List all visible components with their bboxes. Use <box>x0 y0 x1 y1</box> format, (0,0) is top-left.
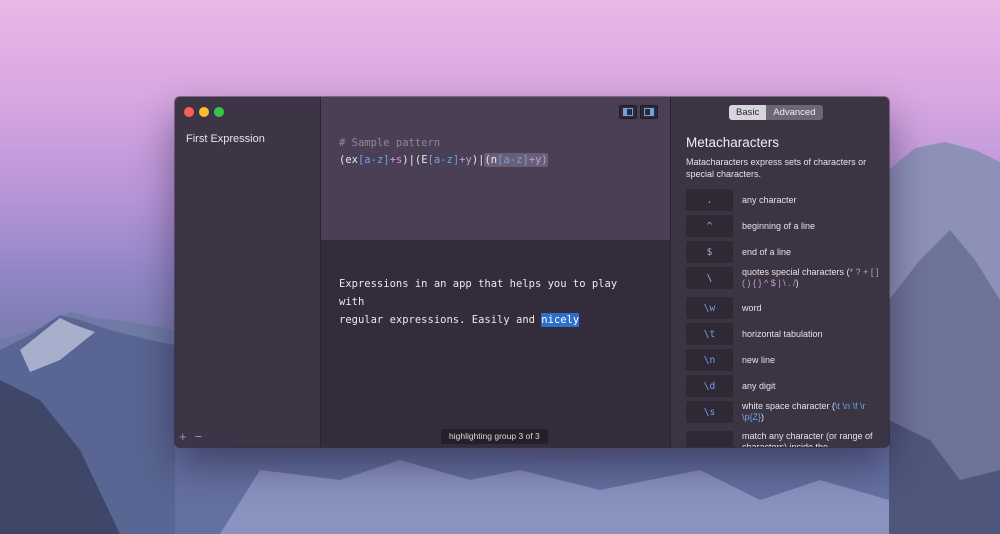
token-badge: \d <box>686 375 733 397</box>
test-text[interactable]: Expressions in an app that helps you to … <box>339 275 639 329</box>
item-label-end: ) <box>761 412 765 422</box>
item-label: match any character (or range of charact… <box>742 431 873 447</box>
pattern-token: ex <box>345 154 358 166</box>
pattern-char-class: [a-z] <box>357 154 390 166</box>
expression-list-item[interactable]: First Expression <box>186 133 265 145</box>
token-badge: \t <box>686 323 733 345</box>
sidebar-controls: + − <box>179 430 203 443</box>
list-item[interactable]: match any character (or range of charact… <box>686 431 886 447</box>
item-label: any character <box>742 194 797 205</box>
close-button[interactable] <box>184 107 194 117</box>
item-label: new line <box>742 354 776 365</box>
status-badge: highlighting group 3 of 3 <box>441 429 548 444</box>
token-badge: . <box>686 189 733 211</box>
remove-expression-button[interactable]: − <box>195 430 203 443</box>
reference-title: Metacharacters <box>686 135 780 150</box>
test-text-line: Expressions in an app that helps you to … <box>339 278 618 308</box>
window-controls <box>184 107 224 117</box>
list-item[interactable]: \t horizontal tabulation <box>686 323 886 345</box>
list-item[interactable]: \s white space character (\t \n \f \r \p… <box>686 401 886 423</box>
minimize-button[interactable] <box>199 107 209 117</box>
list-item[interactable]: \n new line <box>686 349 886 371</box>
pattern-quantifier: +s <box>389 154 403 166</box>
list-item[interactable]: $ end of a line <box>686 241 886 263</box>
test-text-editor[interactable]: Expressions in an app that helps you to … <box>321 240 670 447</box>
pattern-char-class: [a-z] <box>427 154 460 166</box>
token-badge: $ <box>686 241 733 263</box>
pattern-comment: # Sample pattern <box>339 137 441 149</box>
list-item[interactable]: \w word <box>686 297 886 319</box>
token-badge <box>686 431 733 447</box>
match-highlight: nicely <box>541 313 580 327</box>
token-badge: ^ <box>686 215 733 237</box>
item-label-text: white space character ( <box>742 401 836 411</box>
item-label: quotes special characters (* ? + [ ] ( )… <box>742 267 882 289</box>
tab-advanced[interactable]: Advanced <box>766 105 823 120</box>
pattern-token: )| <box>471 154 485 166</box>
item-label: end of a line <box>742 246 792 257</box>
token-badge: \ <box>686 267 733 289</box>
pattern-quantifier: +y) <box>528 154 548 166</box>
item-label-text: quotes special characters ( <box>742 267 850 277</box>
list-item[interactable]: . any character <box>686 189 886 211</box>
highlighted-group: (n[a-z]+y) <box>484 153 548 167</box>
right-panel-icon <box>644 108 654 116</box>
token-badge: \s <box>686 401 733 423</box>
pattern-token: )|( <box>402 154 422 166</box>
token-badge: \n <box>686 349 733 371</box>
sidebar: First Expression + − <box>175 97 321 447</box>
pattern-quantifier: +y <box>459 154 472 166</box>
list-item[interactable]: \d any digit <box>686 375 886 397</box>
pattern-token: (n <box>484 154 498 166</box>
regex-pattern[interactable]: (ex[a-z]+s)|(E[a-z]+y)|(n[a-z]+y) <box>339 153 548 167</box>
view-toggle-group <box>619 105 658 119</box>
toggle-reference-button[interactable] <box>640 105 658 119</box>
list-item[interactable]: ^ beginning of a line <box>686 215 886 237</box>
reference-description: Matacharacters express sets of character… <box>686 157 867 179</box>
item-label: white space character (\t \n \f \r \p{Z}… <box>742 401 882 423</box>
zoom-button[interactable] <box>214 107 224 117</box>
add-expression-button[interactable]: + <box>179 430 187 443</box>
test-text-line: regular expressions. Easily and nicely <box>339 311 639 329</box>
pattern-editor[interactable]: # Sample pattern (ex[a-z]+s)|(E[a-z]+y)|… <box>321 97 670 240</box>
reference-mode-toggle: Basic Advanced <box>729 105 823 120</box>
item-label-end: ) <box>795 278 799 288</box>
reference-panel: Basic Advanced Metacharacters Matacharac… <box>670 97 889 447</box>
item-label: any digit <box>742 380 776 391</box>
item-label: horizontal tabulation <box>742 328 823 339</box>
test-text-segment: regular expressions. Easily and <box>339 314 542 326</box>
item-label: word <box>742 302 762 313</box>
token-badge: \w <box>686 297 733 319</box>
pattern-char-class: [a-z] <box>497 154 529 166</box>
left-panel-icon <box>623 108 633 116</box>
item-label: beginning of a line <box>742 220 816 231</box>
toggle-sidebar-button[interactable] <box>619 105 637 119</box>
app-window: First Expression + − # Sample pattern (e… <box>175 97 889 447</box>
tab-basic[interactable]: Basic <box>729 105 767 120</box>
list-item[interactable]: \ quotes special characters (* ? + [ ] (… <box>686 267 886 289</box>
